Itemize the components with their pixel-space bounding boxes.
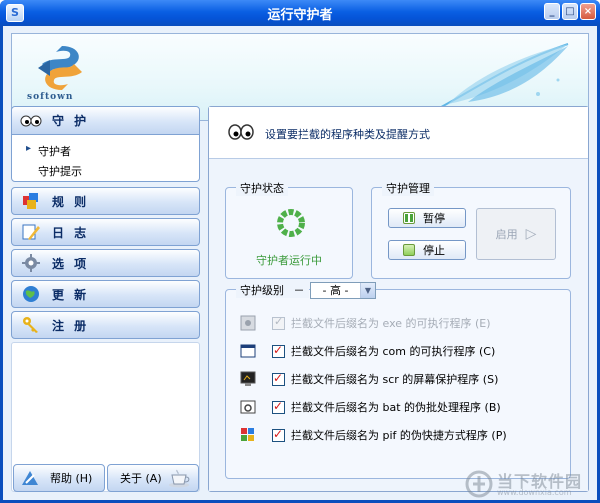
watermark: 当下软件园 www.downxia.com bbox=[465, 470, 595, 500]
help-label: 帮助 (H) bbox=[50, 472, 93, 485]
bat-gear-icon bbox=[240, 399, 256, 415]
coffee-cup-icon bbox=[168, 468, 192, 488]
stop-label: 停止 bbox=[423, 244, 445, 257]
eyes-icon bbox=[20, 111, 42, 131]
main-header: 设置要拦截的程序种类及提醒方式 bbox=[209, 107, 588, 159]
option-scr[interactable]: 拦截文件后缀名为 scr 的屏幕保护程序 (S) bbox=[240, 370, 498, 388]
running-spinner-icon bbox=[277, 209, 305, 237]
sidebar: 守 护 守护者 守护提示 规 则 日 志 bbox=[11, 106, 200, 492]
pause-button[interactable]: 暂停 bbox=[388, 208, 466, 228]
sidebar-label-update: 更 新 bbox=[52, 287, 90, 302]
level-group-title: 守护级别 － bbox=[236, 282, 309, 298]
stop-icon bbox=[403, 244, 415, 256]
option-scr-label: 拦截文件后缀名为 scr 的屏幕保护程序 (S) bbox=[291, 373, 499, 386]
sidebar-subitem-guard-tips[interactable]: 守护提示 bbox=[38, 163, 82, 179]
option-bat[interactable]: 拦截文件后缀名为 bat 的伪批处理程序 (B) bbox=[240, 398, 501, 416]
option-scr-checkbox[interactable] bbox=[272, 371, 285, 386]
softown-logo-icon bbox=[38, 46, 82, 90]
option-com[interactable]: 拦截文件后缀名为 com 的可执行程序 (C) bbox=[240, 342, 495, 360]
pause-label: 暂停 bbox=[423, 212, 445, 225]
sidebar-label-rules: 规 则 bbox=[52, 194, 90, 209]
option-pif-checkbox[interactable] bbox=[272, 427, 285, 442]
about-label: 关于 (A) bbox=[120, 472, 162, 485]
option-com-checkbox[interactable] bbox=[272, 343, 285, 358]
option-bat-checkbox[interactable] bbox=[272, 399, 285, 414]
exe-file-icon bbox=[240, 315, 256, 331]
stop-button[interactable]: 停止 bbox=[388, 240, 466, 260]
launch-label: 启用 bbox=[495, 228, 518, 241]
window-title: 运行守护者 bbox=[267, 8, 333, 23]
sidebar-label-guard: 守 护 bbox=[52, 114, 90, 128]
maximize-button[interactable]: □ bbox=[562, 3, 578, 20]
option-pif-label: 拦截文件后缀名为 pif 的伪快捷方式程序 (P) bbox=[291, 429, 507, 442]
sidebar-label-options: 选 项 bbox=[52, 256, 90, 271]
main-panel: 设置要拦截的程序种类及提醒方式 守护状态 守护者运行中 守护管理 暂停 停止 启… bbox=[208, 106, 589, 492]
sidebar-item-register[interactable]: 注 册 bbox=[11, 311, 200, 339]
chevron-down-icon[interactable]: ▼ bbox=[360, 283, 375, 298]
scr-monitor-icon bbox=[240, 371, 256, 387]
main-body: 守护状态 守护者运行中 守护管理 暂停 停止 启用 ▷ 守护级别 － - 高 -… bbox=[209, 159, 588, 491]
sidebar-item-log[interactable]: 日 志 bbox=[11, 218, 200, 246]
help-button[interactable]: 帮助 (H) bbox=[13, 464, 105, 492]
title-bar[interactable]: S 运行守护者 _ □ × bbox=[0, 0, 600, 26]
option-bat-label: 拦截文件后缀名为 bat 的伪批处理程序 (B) bbox=[291, 401, 501, 414]
sidebar-label-register: 注 册 bbox=[52, 318, 90, 333]
help-icon bbox=[20, 469, 40, 487]
client-area: softown 守 护 守护者 守护提示 bbox=[3, 26, 597, 500]
pause-icon bbox=[403, 212, 415, 224]
option-com-label: 拦截文件后缀名为 com 的可执行程序 (C) bbox=[291, 345, 496, 358]
watermark-url: www.downxia.com bbox=[497, 488, 572, 497]
about-button[interactable]: 关于 (A) bbox=[107, 464, 199, 492]
status-group-title: 守护状态 bbox=[236, 180, 288, 196]
level-group-dash: － bbox=[293, 284, 305, 297]
level-select[interactable]: - 高 - ▼ bbox=[310, 282, 376, 299]
minimize-button[interactable]: _ bbox=[544, 3, 560, 20]
options-gear-icon bbox=[20, 253, 42, 273]
logo-text: softown bbox=[27, 92, 74, 102]
option-exe-checkbox[interactable] bbox=[272, 315, 285, 330]
manage-group-title: 守护管理 bbox=[382, 180, 434, 196]
watermark-logo-icon bbox=[465, 470, 493, 498]
sidebar-item-update[interactable]: 更 新 bbox=[11, 280, 200, 308]
main-header-text: 设置要拦截的程序种类及提醒方式 bbox=[265, 128, 430, 141]
sidebar-section-guard: 守 护 守护者 守护提示 bbox=[11, 106, 200, 182]
option-pif[interactable]: 拦截文件后缀名为 pif 的伪快捷方式程序 (P) bbox=[240, 426, 507, 444]
close-button[interactable]: × bbox=[580, 3, 596, 20]
play-arrow-icon: ▷ bbox=[525, 226, 537, 242]
com-window-icon bbox=[240, 343, 256, 359]
status-group: 守护状态 守护者运行中 bbox=[225, 180, 353, 279]
sidebar-label-log: 日 志 bbox=[52, 225, 90, 240]
manage-group: 守护管理 暂停 停止 启用 ▷ bbox=[371, 180, 571, 279]
sidebar-header-guard[interactable]: 守 护 bbox=[12, 107, 199, 135]
status-text: 守护者运行中 bbox=[256, 254, 322, 267]
option-exe-label: 拦截文件后缀名为 exe 的可执行程序 (E) bbox=[291, 317, 491, 330]
log-pencil-icon bbox=[20, 222, 42, 242]
level-select-value: - 高 - bbox=[322, 284, 349, 297]
sidebar-item-options[interactable]: 选 项 bbox=[11, 249, 200, 277]
update-globe-icon bbox=[20, 284, 42, 304]
launch-button[interactable]: 启用 ▷ bbox=[476, 208, 556, 260]
rules-cube-icon bbox=[20, 191, 42, 211]
sidebar-item-rules[interactable]: 规 则 bbox=[11, 187, 200, 215]
level-group: 守护级别 － - 高 - ▼ 拦截文件后缀名为 exe 的可执行程序 (E) bbox=[225, 282, 571, 479]
level-group-title-text: 守护级别 bbox=[240, 284, 284, 297]
pif-shortcut-icon bbox=[240, 427, 256, 443]
option-exe[interactable]: 拦截文件后缀名为 exe 的可执行程序 (E) bbox=[240, 314, 491, 332]
app-window: S 运行守护者 _ □ × softown 守 护 ▸ 守护者 守护提示 规 则… bbox=[0, 0, 600, 503]
header-eyes-icon bbox=[227, 122, 255, 145]
sidebar-subitem-guardian[interactable]: 守护者 bbox=[26, 143, 71, 159]
register-key-icon bbox=[20, 315, 42, 335]
